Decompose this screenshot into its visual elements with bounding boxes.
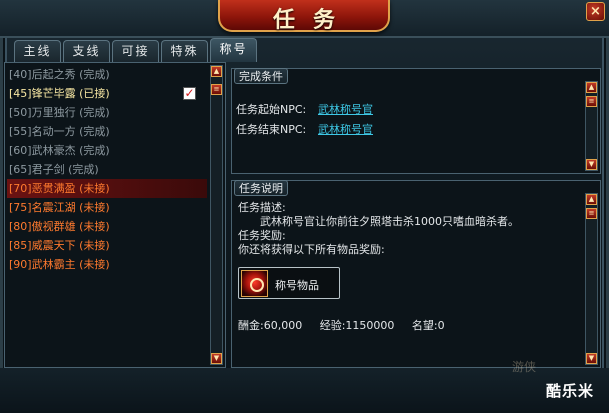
scroll-down-button[interactable]: ▼ bbox=[211, 353, 222, 364]
end-npc-label: 任务结束NPC: bbox=[236, 123, 307, 136]
scroll-down-button[interactable]: ▼ bbox=[586, 353, 597, 364]
reward-text: 你还将获得以下所有物品奖励: bbox=[238, 243, 385, 256]
quest-item[interactable]: [80]傲视群雄 (未接) bbox=[7, 217, 207, 236]
scroll-up-button[interactable]: ▲ bbox=[586, 194, 597, 205]
description-panel: 任务说明 任务描述: 武林称号官让你前往夕照塔击杀1000只嗜血暗杀者。 任务奖… bbox=[231, 180, 601, 368]
quest-item-selected[interactable]: [70]恶贯满盈 (未接) bbox=[7, 179, 207, 198]
desc-text: 武林称号官让你前往夕照塔击杀1000只嗜血暗杀者。 bbox=[260, 215, 519, 228]
quest-item[interactable]: [45]锋芒毕露 (已接) ✓ bbox=[7, 84, 207, 103]
close-button[interactable]: × bbox=[586, 2, 605, 21]
reward-item[interactable]: 称号物品 bbox=[238, 267, 340, 299]
start-npc-link[interactable]: 武林称号官 bbox=[318, 101, 373, 117]
fame-reward: 名望:0 bbox=[411, 319, 445, 332]
scroll-thumb[interactable]: ≡ bbox=[211, 84, 222, 95]
quest-list-scrollbar[interactable]: ▲ ≡ ▼ bbox=[210, 65, 223, 365]
quest-item[interactable]: [40]后起之秀 (完成) bbox=[7, 65, 207, 84]
exp-reward: 经验:1150000 bbox=[319, 319, 395, 332]
quest-item[interactable]: [90]武林霸主 (未接) bbox=[7, 255, 207, 274]
desc-label: 任务描述: bbox=[238, 201, 286, 214]
scroll-up-button[interactable]: ▲ bbox=[211, 66, 222, 77]
description-body: 任务描述: 武林称号官让你前往夕照塔击杀1000只嗜血暗杀者。 任务奖励: 你还… bbox=[238, 201, 583, 257]
quest-item[interactable]: [75]名震江湖 (未接) bbox=[7, 198, 207, 217]
title-bar: 任务 × bbox=[0, 0, 609, 38]
quest-list: [40]后起之秀 (完成) [45]锋芒毕露 (已接) ✓ [50]万里独行 (… bbox=[7, 65, 207, 274]
quest-list-panel: [40]后起之秀 (完成) [45]锋芒毕露 (已接) ✓ [50]万里独行 (… bbox=[4, 62, 226, 368]
quest-item[interactable]: [60]武林豪杰 (完成) bbox=[7, 141, 207, 160]
start-npc-label: 任务起始NPC: bbox=[236, 103, 307, 116]
gold-reward: 酬金:60,000 bbox=[238, 319, 303, 332]
quest-item-label: [45]锋芒毕露 (已接) bbox=[9, 87, 110, 100]
tab-bar: 主线 支线 可接 特殊 称号 bbox=[14, 38, 257, 62]
description-scrollbar[interactable]: ▲ ≡ ▼ bbox=[585, 193, 598, 365]
quest-item[interactable]: [85]威震天下 (未接) bbox=[7, 236, 207, 255]
conditions-panel: 完成条件 任务起始NPC: 武林称号官 任务结束NPC: 武林称号官 ▲ ≡ ▼ bbox=[231, 68, 601, 174]
title-plaque: 任务 bbox=[218, 0, 390, 33]
tab-main[interactable]: 主线 bbox=[14, 40, 61, 62]
quest-item[interactable]: [55]名动一方 (完成) bbox=[7, 122, 207, 141]
quest-item[interactable]: [50]万里独行 (完成) bbox=[7, 103, 207, 122]
background-watermark: 游侠 bbox=[512, 360, 537, 374]
tab-title[interactable]: 称号 bbox=[210, 38, 257, 62]
conditions-scrollbar[interactable]: ▲ ≡ ▼ bbox=[585, 81, 598, 171]
end-npc-link[interactable]: 武林称号官 bbox=[318, 121, 373, 137]
scroll-up-button[interactable]: ▲ bbox=[586, 82, 597, 93]
conditions-header: 完成条件 bbox=[234, 68, 288, 84]
reward-label: 任务奖励: bbox=[238, 229, 286, 242]
site-watermark: 酷乐米 bbox=[546, 382, 595, 400]
scroll-thumb[interactable]: ≡ bbox=[586, 96, 597, 107]
track-checkbox[interactable]: ✓ bbox=[183, 87, 196, 100]
title-item-icon bbox=[241, 270, 268, 297]
quest-item[interactable]: [65]君子剑 (完成) bbox=[7, 160, 207, 179]
tab-special[interactable]: 特殊 bbox=[161, 40, 208, 62]
window-title: 任务 bbox=[272, 7, 353, 33]
description-header: 任务说明 bbox=[234, 180, 288, 196]
reward-item-name: 称号物品 bbox=[275, 279, 319, 292]
scroll-down-button[interactable]: ▼ bbox=[586, 159, 597, 170]
reward-stats: 酬金:60,000 经验:1150000 名望:0 bbox=[238, 317, 459, 333]
scroll-thumb[interactable]: ≡ bbox=[586, 208, 597, 219]
tab-side[interactable]: 支线 bbox=[63, 40, 110, 62]
tab-available[interactable]: 可接 bbox=[112, 40, 159, 62]
